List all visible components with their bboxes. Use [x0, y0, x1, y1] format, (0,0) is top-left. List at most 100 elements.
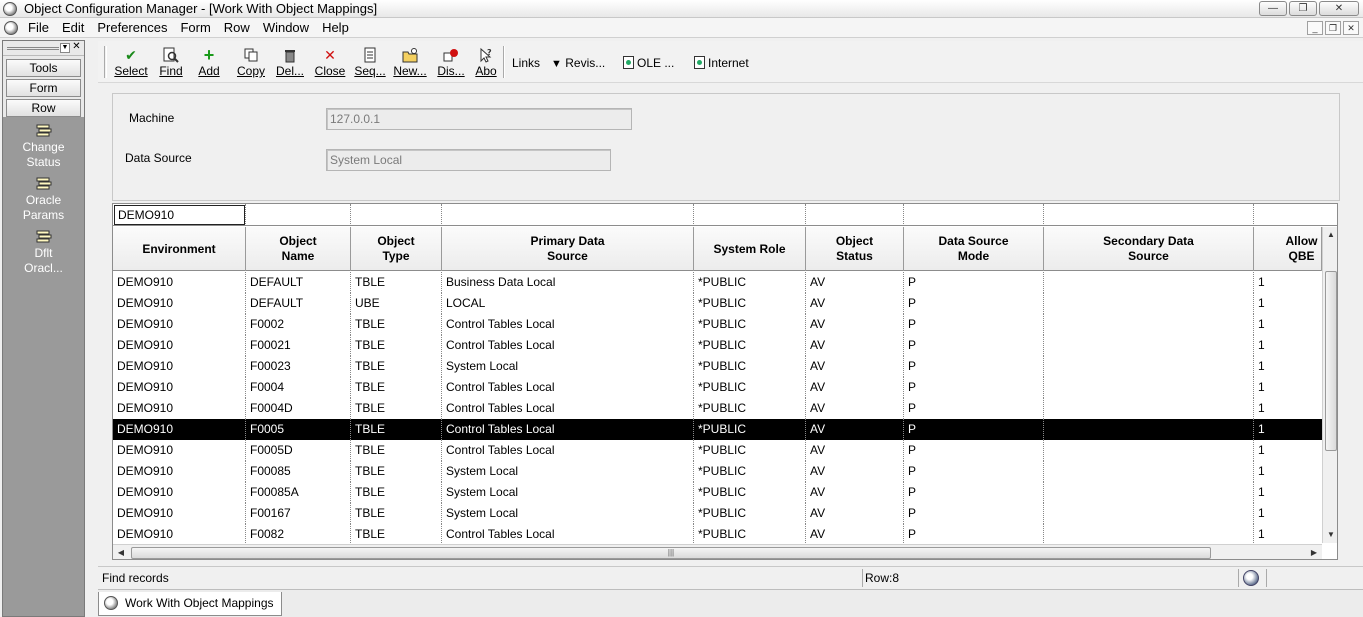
revisions-menu[interactable]: ▼ Revis... — [551, 56, 605, 70]
qbe-cell-object-type[interactable] — [351, 204, 442, 226]
horizontal-scroll-thumb[interactable]: ||| — [131, 547, 1211, 559]
qbe-cell-object-name[interactable] — [246, 204, 351, 226]
cell-system-role[interactable]: *PUBLIC — [694, 503, 806, 524]
cell-object-type[interactable]: TBLE — [351, 314, 442, 335]
scroll-left-icon[interactable]: ◀ — [113, 545, 129, 559]
cell-environment[interactable]: DEMO910 — [113, 377, 246, 398]
cell-allow-qbe[interactable]: 1 — [1254, 482, 1322, 503]
cell-secondary-data-source[interactable] — [1044, 377, 1254, 398]
cell-object-status[interactable]: AV — [806, 335, 904, 356]
cell-data-source-mode[interactable]: P — [904, 419, 1044, 440]
cell-data-source-mode[interactable]: P — [904, 503, 1044, 524]
menu-form[interactable]: Form — [180, 20, 210, 35]
cell-data-source-mode[interactable]: P — [904, 356, 1044, 377]
column-header-allow-qbe[interactable]: Allow QBE — [1254, 227, 1322, 271]
about-button[interactable]: ? Abo — [472, 47, 500, 78]
cell-object-name[interactable]: F00023 — [246, 356, 351, 377]
cell-secondary-data-source[interactable] — [1044, 314, 1254, 335]
cell-object-status[interactable]: AV — [806, 293, 904, 314]
exit-change-status[interactable]: Change Status — [3, 123, 84, 170]
cell-environment[interactable]: DEMO910 — [113, 419, 246, 440]
sequence-button[interactable]: Seq... — [353, 47, 387, 78]
table-row[interactable]: DEMO910 F0005 TBLE Control Tables Local *PUB… — [113, 419, 1322, 440]
cell-allow-qbe[interactable]: 1 — [1254, 293, 1322, 314]
cell-environment[interactable]: DEMO910 — [113, 461, 246, 482]
cell-system-role[interactable]: *PUBLIC — [694, 419, 806, 440]
cell-secondary-data-source[interactable] — [1044, 503, 1254, 524]
cell-data-source-mode[interactable]: P — [904, 398, 1044, 419]
table-row[interactable]: DEMO910 F00167 TBLE System Local *PUBLIC AV P 1 — [113, 503, 1322, 524]
cell-primary-data-source[interactable]: System Local — [442, 482, 694, 503]
cell-environment[interactable]: DEMO910 — [113, 482, 246, 503]
cell-object-name[interactable]: F00085 — [246, 461, 351, 482]
panel-tab-form[interactable]: Form — [6, 79, 81, 97]
cell-object-name[interactable]: F00167 — [246, 503, 351, 524]
cell-allow-qbe[interactable]: 1 — [1254, 461, 1322, 482]
cell-object-name[interactable]: DEFAULT — [246, 293, 351, 314]
cell-system-role[interactable]: *PUBLIC — [694, 461, 806, 482]
add-button[interactable]: + Add — [194, 46, 224, 78]
cell-object-status[interactable]: AV — [806, 419, 904, 440]
cell-primary-data-source[interactable]: LOCAL — [442, 293, 694, 314]
cell-object-type[interactable]: TBLE — [351, 398, 442, 419]
cell-object-type[interactable]: TBLE — [351, 482, 442, 503]
cell-secondary-data-source[interactable] — [1044, 440, 1254, 461]
menu-help[interactable]: Help — [322, 20, 349, 35]
cell-allow-qbe[interactable]: 1 — [1254, 524, 1322, 545]
cell-primary-data-source[interactable]: Control Tables Local — [442, 314, 694, 335]
scroll-down-icon[interactable]: ▼ — [1323, 527, 1337, 543]
mdi-close-button[interactable]: ✕ — [1343, 21, 1359, 35]
qbe-environment-input[interactable]: DEMO910 — [114, 205, 245, 225]
cell-object-status[interactable]: AV — [806, 461, 904, 482]
cell-allow-qbe[interactable]: 1 — [1254, 335, 1322, 356]
column-header-object-name[interactable]: Object Name — [246, 227, 351, 271]
cell-system-role[interactable]: *PUBLIC — [694, 482, 806, 503]
cell-object-type[interactable]: TBLE — [351, 419, 442, 440]
cell-environment[interactable]: DEMO910 — [113, 272, 246, 293]
panel-dropdown-icon[interactable]: ▼ — [60, 43, 70, 53]
qbe-cell-system-role[interactable] — [694, 204, 806, 226]
table-row[interactable]: DEMO910 DEFAULT UBE LOCAL *PUBLIC AV P 1 — [113, 293, 1322, 314]
panel-tab-tools[interactable]: Tools — [6, 59, 81, 77]
mdi-restore-button[interactable]: ❐ — [1325, 21, 1341, 35]
minimize-button[interactable]: — — [1259, 1, 1287, 16]
cell-system-role[interactable]: *PUBLIC — [694, 356, 806, 377]
cell-environment[interactable]: DEMO910 — [113, 356, 246, 377]
cell-primary-data-source[interactable]: Control Tables Local — [442, 524, 694, 545]
cell-object-type[interactable]: TBLE — [351, 272, 442, 293]
table-row[interactable]: DEMO910 F0082 TBLE Control Tables Local *PUB… — [113, 524, 1322, 545]
menu-preferences[interactable]: Preferences — [97, 20, 167, 35]
table-row[interactable]: DEMO910 F00085A TBLE System Local *PUBLIC AV P… — [113, 482, 1322, 503]
cell-object-status[interactable]: AV — [806, 503, 904, 524]
close-button[interactable]: ✕ Close — [312, 47, 348, 78]
scroll-up-icon[interactable]: ▲ — [1323, 227, 1337, 243]
cell-object-type[interactable]: TBLE — [351, 356, 442, 377]
table-row[interactable]: DEMO910 DEFAULT TBLE Business Data Local *PU… — [113, 272, 1322, 293]
table-row[interactable]: DEMO910 F0002 TBLE Control Tables Local *PUB… — [113, 314, 1322, 335]
cell-primary-data-source[interactable]: Control Tables Local — [442, 335, 694, 356]
cell-system-role[interactable]: *PUBLIC — [694, 398, 806, 419]
select-button[interactable]: ✔ Select — [112, 47, 150, 78]
cell-allow-qbe[interactable]: 1 — [1254, 314, 1322, 335]
cell-allow-qbe[interactable]: 1 — [1254, 440, 1322, 461]
cell-primary-data-source[interactable]: System Local — [442, 356, 694, 377]
cell-secondary-data-source[interactable] — [1044, 482, 1254, 503]
cell-object-type[interactable]: TBLE — [351, 440, 442, 461]
cell-object-type[interactable]: UBE — [351, 293, 442, 314]
cell-object-status[interactable]: AV — [806, 356, 904, 377]
cell-object-name[interactable]: F0002 — [246, 314, 351, 335]
exit-dflt-oracle[interactable]: Dflt Oracl... — [3, 229, 84, 276]
internet-link[interactable]: Internet — [694, 56, 749, 70]
cell-object-type[interactable]: TBLE — [351, 335, 442, 356]
cell-object-status[interactable]: AV — [806, 524, 904, 545]
cell-system-role[interactable]: *PUBLIC — [694, 314, 806, 335]
cell-object-status[interactable]: AV — [806, 377, 904, 398]
menu-file[interactable]: File — [28, 20, 49, 35]
table-row[interactable]: DEMO910 F0004D TBLE Control Tables Local *PU… — [113, 398, 1322, 419]
cell-object-status[interactable]: AV — [806, 272, 904, 293]
column-header-primary-data-source[interactable]: Primary Data Source — [442, 227, 694, 271]
panel-tab-row[interactable]: Row — [6, 99, 81, 117]
qbe-cell-primary-data-source[interactable] — [442, 204, 694, 226]
cell-object-status[interactable]: AV — [806, 398, 904, 419]
cell-environment[interactable]: DEMO910 — [113, 335, 246, 356]
